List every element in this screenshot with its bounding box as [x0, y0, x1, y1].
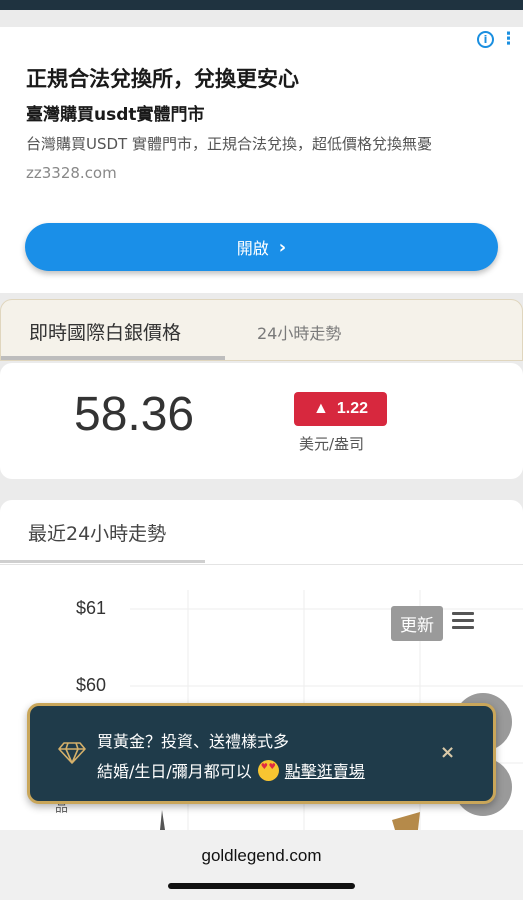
promo-line-2-text: 結婚/生日/彌月都可以: [97, 762, 252, 781]
chevron-right-icon: ›: [278, 236, 287, 258]
more-options-icon[interactable]: ⋮: [500, 31, 517, 48]
home-indicator[interactable]: [168, 883, 355, 889]
y-tick-61: $61: [76, 598, 107, 618]
tab-live-silver-price[interactable]: 即時國際白銀價格: [29, 318, 181, 345]
price-unit: 美元/盎司: [299, 435, 365, 453]
promo-line-2: 結婚/生日/彌月都可以 點擊逛賣場: [97, 758, 365, 782]
y-tick-60: $60: [76, 675, 107, 695]
ad-open-label: 開啟: [236, 239, 269, 258]
refresh-button[interactable]: 更新: [391, 606, 443, 641]
ad-title[interactable]: 正規合法兌換所，兌換更安心: [26, 63, 299, 93]
diamond-icon: [58, 742, 86, 764]
promo-banner[interactable]: 買黃金？投資、送禮樣式多 結婚/生日/彌月都可以 點擊逛賣場 ×: [27, 703, 496, 804]
promo-line-1: 買黃金？投資、送禮樣式多: [97, 732, 290, 751]
top-status-strip: [0, 0, 523, 10]
divider: [0, 564, 523, 565]
tab-24h-trend[interactable]: 24小時走勢: [257, 320, 341, 344]
menu-icon[interactable]: [452, 612, 474, 630]
up-arrow-icon: ▲: [313, 400, 329, 417]
price-change-value: 1.22: [336, 400, 368, 417]
silver-price-value: 58.36: [74, 388, 195, 441]
url-text[interactable]: goldlegend.com: [0, 846, 523, 866]
price-change-badge: ▲ 1.22: [294, 392, 387, 426]
close-icon[interactable]: ×: [440, 742, 455, 763]
trend-title-underline: [0, 560, 205, 563]
trend-title: 最近24小時走勢: [28, 523, 167, 545]
promo-shop-link[interactable]: 點擊逛賣場: [285, 758, 365, 782]
tab-active-indicator: [1, 356, 225, 360]
price-tabs: 即時國際白銀價格 24小時走勢: [0, 299, 523, 361]
ad-banner[interactable]: i ⋮ 正規合法兌換所，兌換更安心 臺灣購買usdt實體門市 台灣購買USDT …: [0, 27, 523, 293]
heart-eyes-emoji-icon: [257, 759, 279, 781]
ad-subtitle[interactable]: 臺灣購買usdt實體門市: [26, 100, 205, 125]
ad-controls: i ⋮: [477, 31, 517, 48]
info-icon[interactable]: i: [477, 31, 494, 48]
ad-open-button[interactable]: 開啟 ›: [25, 223, 498, 271]
price-card: 58.36 ▲ 1.22 美元/盎司: [0, 363, 523, 479]
browser-address-bar[interactable]: goldlegend.com: [0, 830, 523, 900]
ad-url[interactable]: zz3328.com: [26, 164, 117, 182]
ad-description: 台灣購買USDT 實體門市，正規合法兌換，超低價格兌換無憂: [26, 135, 432, 153]
